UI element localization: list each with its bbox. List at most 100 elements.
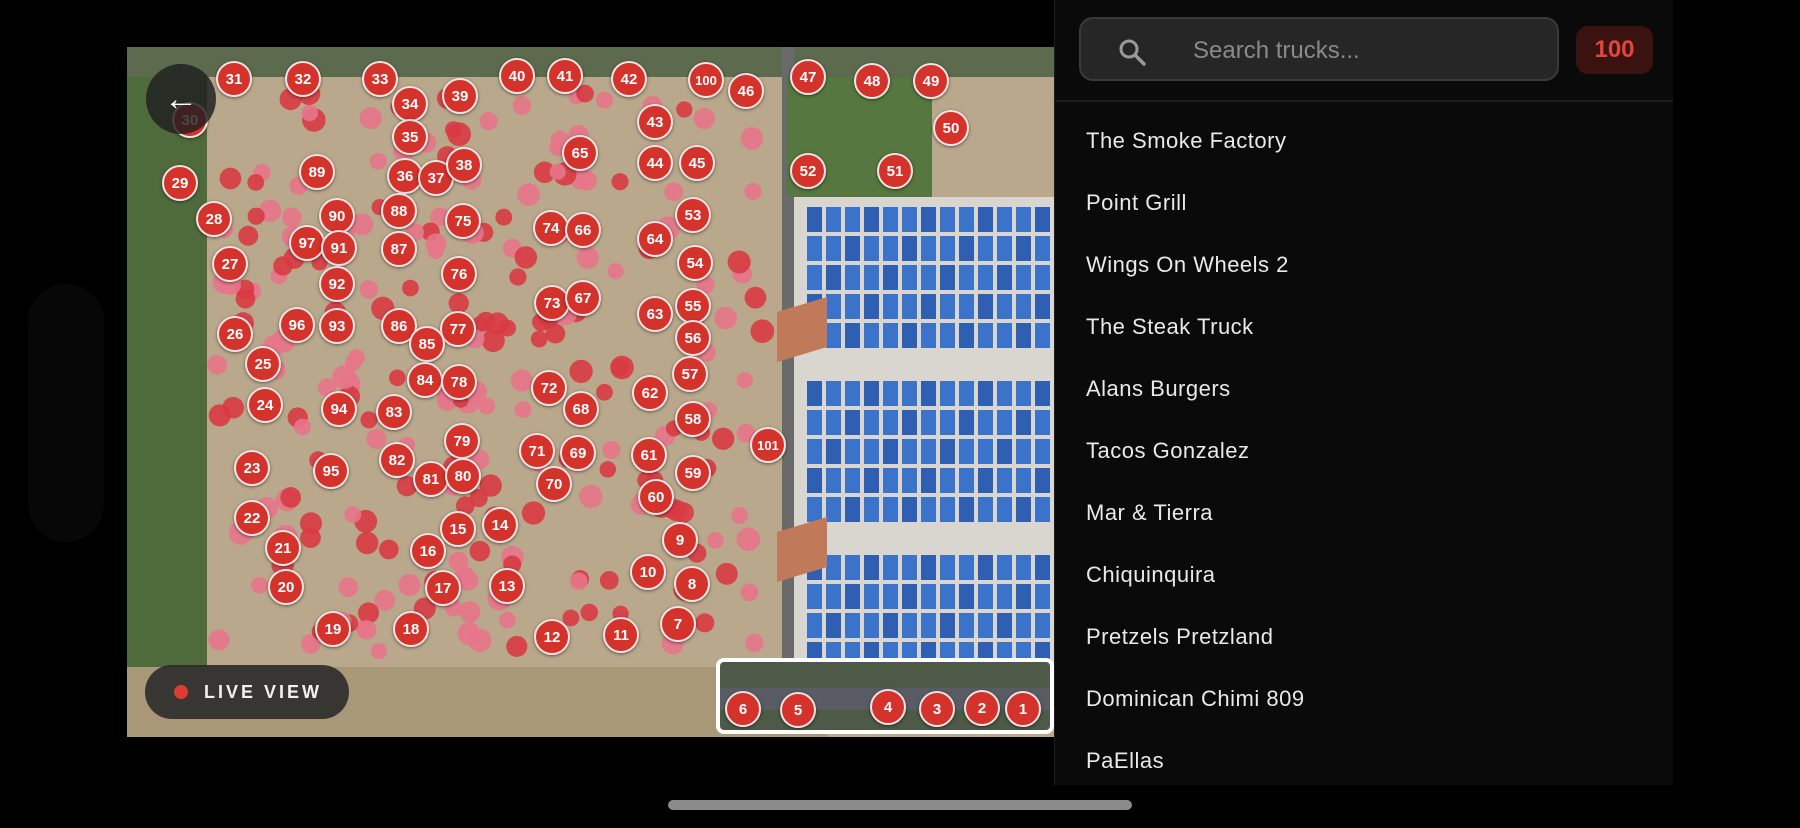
- truck-marker[interactable]: 5: [780, 692, 816, 728]
- truck-marker[interactable]: 23: [234, 450, 270, 486]
- truck-marker[interactable]: 53: [675, 197, 711, 233]
- truck-marker[interactable]: 8: [674, 566, 710, 602]
- truck-marker[interactable]: 93: [319, 308, 355, 344]
- truck-marker[interactable]: 43: [637, 104, 673, 140]
- truck-marker[interactable]: 31: [216, 61, 252, 97]
- truck-marker[interactable]: 64: [637, 221, 673, 257]
- truck-marker[interactable]: 19: [315, 611, 351, 647]
- live-view-toggle[interactable]: LIVE VIEW: [145, 665, 349, 719]
- truck-list-item[interactable]: PaEllas: [1055, 730, 1673, 792]
- truck-marker[interactable]: 60: [638, 479, 674, 515]
- truck-marker[interactable]: 22: [234, 500, 270, 536]
- truck-list-item[interactable]: Dominican Chimi 809: [1055, 668, 1673, 730]
- truck-marker[interactable]: 101: [750, 427, 786, 463]
- truck-list-item[interactable]: The Steak Truck: [1055, 296, 1673, 358]
- truck-marker[interactable]: 65: [562, 135, 598, 171]
- truck-marker[interactable]: 66: [565, 212, 601, 248]
- truck-marker[interactable]: 51: [877, 153, 913, 189]
- truck-marker[interactable]: 54: [677, 245, 713, 281]
- truck-marker[interactable]: 12: [534, 619, 570, 655]
- truck-marker[interactable]: 32: [285, 61, 321, 97]
- truck-marker[interactable]: 21: [265, 530, 301, 566]
- truck-marker[interactable]: 50: [933, 110, 969, 146]
- truck-marker[interactable]: 29: [162, 165, 198, 201]
- truck-marker[interactable]: 82: [379, 442, 415, 478]
- truck-marker[interactable]: 28: [196, 201, 232, 237]
- truck-marker[interactable]: 27: [212, 246, 248, 282]
- truck-list-item[interactable]: Alans Burgers: [1055, 358, 1673, 420]
- search-input[interactable]: [1191, 31, 1545, 71]
- truck-marker[interactable]: 68: [563, 391, 599, 427]
- truck-marker[interactable]: 85: [409, 326, 445, 362]
- truck-marker[interactable]: 94: [321, 391, 357, 427]
- truck-marker[interactable]: 80: [445, 458, 481, 494]
- truck-marker[interactable]: 57: [672, 356, 708, 392]
- truck-marker[interactable]: 56: [675, 320, 711, 356]
- truck-marker[interactable]: 45: [679, 145, 715, 181]
- truck-marker[interactable]: 20: [268, 569, 304, 605]
- truck-marker[interactable]: 96: [279, 307, 315, 343]
- truck-marker[interactable]: 39: [442, 78, 478, 114]
- truck-marker[interactable]: 72: [531, 370, 567, 406]
- truck-list-item[interactable]: Pretzels Pretzland: [1055, 606, 1673, 668]
- truck-list-item[interactable]: Tacos Gonzalez: [1055, 420, 1673, 482]
- truck-marker[interactable]: 24: [247, 387, 283, 423]
- truck-marker[interactable]: 67: [565, 280, 601, 316]
- truck-marker[interactable]: 70: [536, 466, 572, 502]
- truck-marker[interactable]: 15: [440, 511, 476, 547]
- truck-marker[interactable]: 81: [413, 461, 449, 497]
- truck-marker[interactable]: 69: [560, 435, 596, 471]
- truck-marker[interactable]: 26: [217, 316, 253, 352]
- truck-marker[interactable]: 63: [637, 296, 673, 332]
- truck-marker[interactable]: 1: [1005, 691, 1041, 727]
- truck-marker[interactable]: 40: [499, 58, 535, 94]
- truck-marker[interactable]: 58: [675, 401, 711, 437]
- truck-marker[interactable]: 11: [603, 617, 639, 653]
- truck-marker[interactable]: 49: [913, 63, 949, 99]
- truck-marker[interactable]: 89: [299, 154, 335, 190]
- truck-marker[interactable]: 100: [688, 62, 724, 98]
- truck-marker[interactable]: 2: [964, 690, 1000, 726]
- truck-marker[interactable]: 14: [482, 507, 518, 543]
- truck-marker[interactable]: 6: [725, 691, 761, 727]
- truck-marker[interactable]: 35: [392, 119, 428, 155]
- truck-marker[interactable]: 55: [675, 288, 711, 324]
- truck-list-item[interactable]: Mar & Tierra: [1055, 482, 1673, 544]
- truck-marker[interactable]: 62: [632, 375, 668, 411]
- truck-marker[interactable]: 9: [662, 522, 698, 558]
- truck-marker[interactable]: 74: [533, 210, 569, 246]
- truck-marker[interactable]: 73: [534, 285, 570, 321]
- truck-marker[interactable]: 38: [446, 147, 482, 183]
- truck-marker[interactable]: 88: [381, 193, 417, 229]
- truck-marker[interactable]: 91: [321, 230, 357, 266]
- truck-marker[interactable]: 7: [660, 606, 696, 642]
- truck-marker[interactable]: 46: [728, 73, 764, 109]
- home-indicator[interactable]: [668, 800, 1132, 810]
- truck-marker[interactable]: 61: [631, 437, 667, 473]
- truck-marker[interactable]: 42: [611, 61, 647, 97]
- truck-marker[interactable]: 84: [407, 362, 443, 398]
- truck-marker[interactable]: 92: [319, 266, 355, 302]
- truck-marker[interactable]: 83: [376, 394, 412, 430]
- truck-list-item[interactable]: The Smoke Factory: [1055, 110, 1673, 172]
- truck-marker[interactable]: 79: [444, 423, 480, 459]
- truck-marker[interactable]: 90: [319, 198, 355, 234]
- truck-list-item[interactable]: Point Grill: [1055, 172, 1673, 234]
- truck-marker[interactable]: 71: [519, 433, 555, 469]
- truck-marker[interactable]: 41: [547, 58, 583, 94]
- truck-marker[interactable]: 44: [637, 145, 673, 181]
- truck-marker[interactable]: 97: [289, 225, 325, 261]
- truck-marker[interactable]: 25: [245, 346, 281, 382]
- truck-marker[interactable]: 95: [313, 453, 349, 489]
- truck-marker[interactable]: 78: [441, 364, 477, 400]
- truck-marker[interactable]: 59: [675, 455, 711, 491]
- search-box[interactable]: [1079, 17, 1559, 81]
- truck-marker[interactable]: 52: [790, 153, 826, 189]
- truck-marker[interactable]: 76: [441, 256, 477, 292]
- truck-marker[interactable]: 4: [870, 689, 906, 725]
- truck-marker[interactable]: 16: [410, 533, 446, 569]
- truck-list-item[interactable]: Chiquinquira: [1055, 544, 1673, 606]
- truck-marker[interactable]: 10: [630, 554, 666, 590]
- truck-marker[interactable]: 13: [489, 568, 525, 604]
- truck-marker[interactable]: 34: [392, 86, 428, 122]
